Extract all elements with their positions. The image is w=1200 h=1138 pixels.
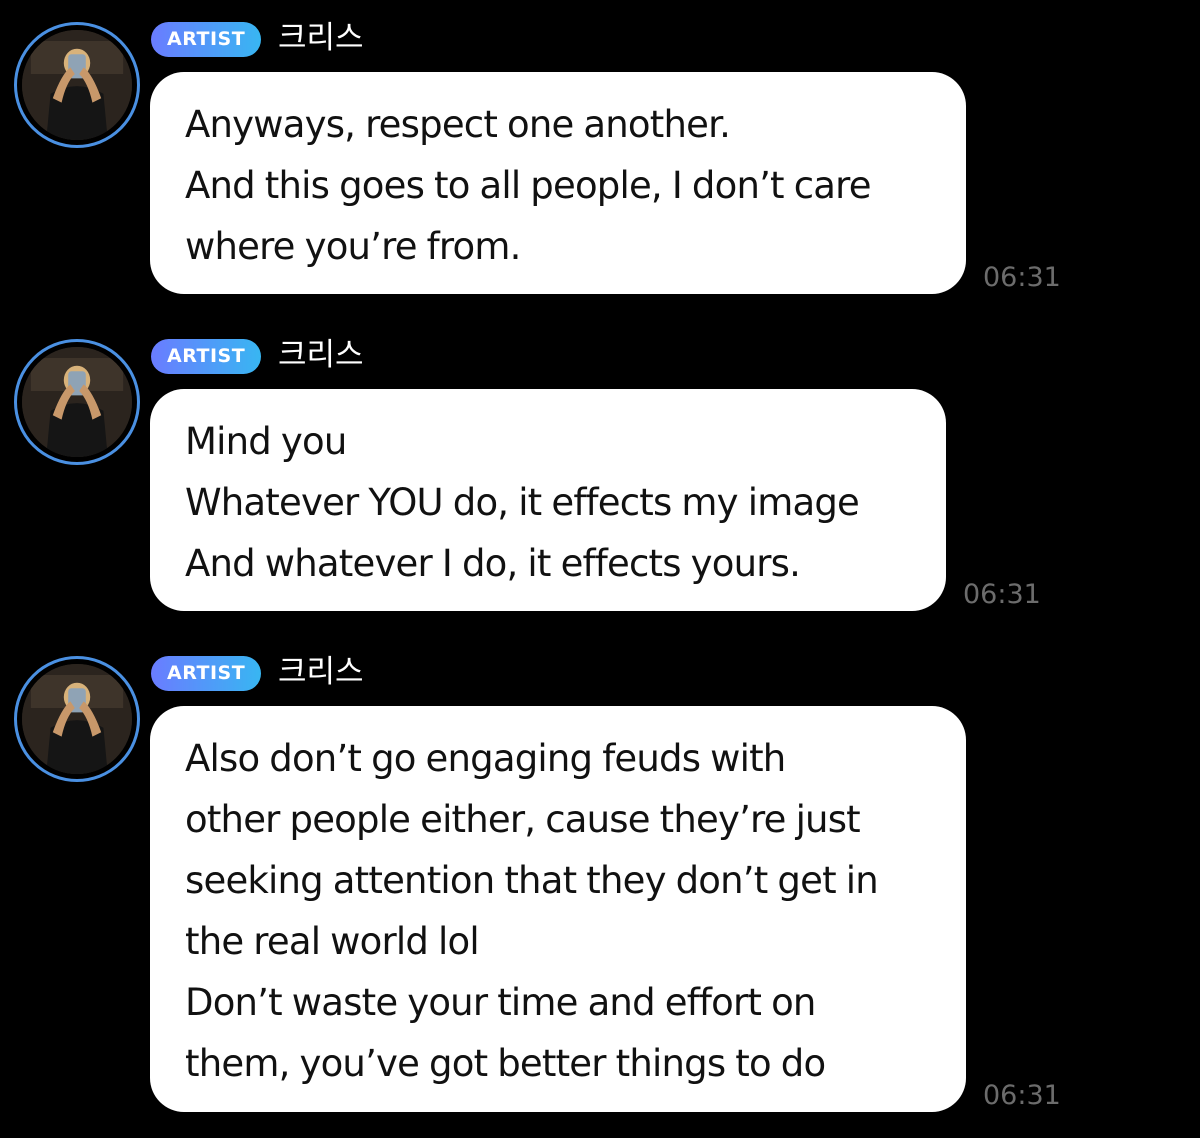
avatar[interactable]	[14, 656, 140, 782]
message-timestamp: 06:31	[983, 1080, 1061, 1111]
message-bubble[interactable]: Mind you Whatever YOU do, it effects my …	[150, 389, 946, 611]
message-timestamp: 06:31	[983, 262, 1061, 293]
message-line: seeking attention that they don’t get in	[185, 859, 879, 902]
message-line: them, you’ve got better things to do	[185, 1042, 826, 1085]
message-line: And this goes to all people, I don’t car…	[185, 164, 872, 207]
message-line: the real world lol	[185, 920, 480, 963]
avatar[interactable]	[14, 339, 140, 465]
sender-name: 크리스	[278, 20, 364, 56]
sender-name: 크리스	[278, 654, 364, 690]
avatar[interactable]	[14, 22, 140, 148]
message-line: where you’re from.	[185, 225, 521, 268]
sender-name: 크리스	[278, 337, 364, 373]
message-line: Don’t waste your time and effort on	[185, 981, 816, 1024]
message-bubble[interactable]: Also don’t go engaging feuds with other …	[150, 706, 966, 1112]
message-line: Also don’t go engaging feuds with	[185, 737, 786, 780]
artist-badge: ARTIST	[151, 656, 262, 691]
message-timestamp: 06:31	[963, 579, 1041, 610]
message-line: And whatever I do, it effects yours.	[185, 542, 801, 585]
artist-badge: ARTIST	[151, 22, 262, 57]
profile-photo-icon	[22, 347, 132, 457]
message-line: Mind you	[185, 420, 347, 463]
artist-badge: ARTIST	[151, 339, 262, 374]
message-bubble[interactable]: Anyways, respect one another. And this g…	[150, 72, 966, 294]
profile-photo-icon	[22, 664, 132, 774]
message-line: Whatever YOU do, it effects my image	[185, 481, 860, 524]
message-line: Anyways, respect one another.	[185, 103, 731, 146]
message-line: other people either, cause they’re just	[185, 798, 861, 841]
profile-photo-icon	[22, 30, 132, 140]
